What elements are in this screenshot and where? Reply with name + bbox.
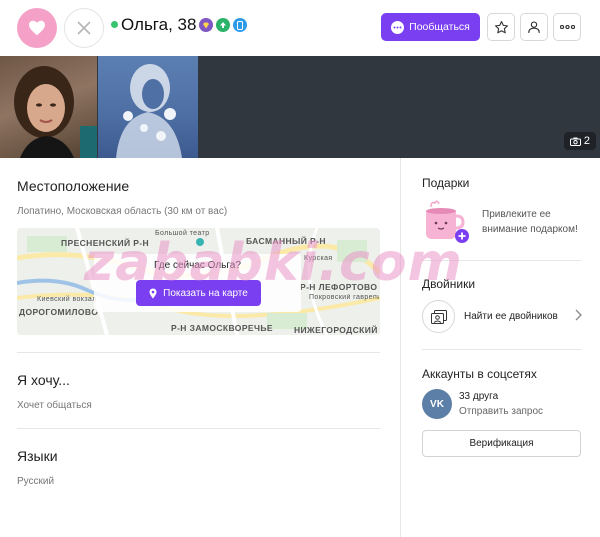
chat-button[interactable]: Пообщаться: [381, 13, 480, 41]
vk-friends-count: 33 друга: [459, 391, 499, 402]
wants-title: Я хочу...: [17, 372, 70, 388]
map-label-pokrovsky: Покровский гаврепильный...: [309, 294, 379, 301]
section-divider: [17, 352, 380, 353]
photo-count-badge[interactable]: 2: [563, 132, 596, 150]
skip-button[interactable]: [64, 8, 104, 48]
more-button[interactable]: [553, 13, 581, 41]
languages-text: Русский: [17, 476, 55, 487]
chat-button-label: Пообщаться: [409, 21, 470, 33]
user-name-age: Ольга, 38: [121, 15, 197, 34]
map-label-kievsky: Киевский вокзал: [37, 296, 97, 303]
photos-icon: [422, 300, 455, 333]
vk-label: VK: [430, 398, 444, 410]
column-separator: [400, 158, 401, 537]
camera-icon: [569, 137, 581, 146]
section-divider: [17, 428, 380, 429]
verification-label: Верификация: [469, 438, 534, 449]
user-icon: [528, 21, 540, 33]
boost-icon[interactable]: [216, 18, 230, 32]
profile-button[interactable]: [520, 13, 548, 41]
social-title: Аккаунты в соцсетях: [422, 367, 537, 381]
languages-title: Языки: [17, 448, 58, 464]
location-text: Лопатино, Московская область (30 км от в…: [17, 206, 228, 217]
section-divider: [422, 349, 581, 350]
chevron-right-icon: [575, 309, 582, 321]
wants-text: Хочет общаться: [17, 400, 92, 411]
chat-bubble-icon: [391, 20, 405, 34]
favorite-button[interactable]: [487, 13, 515, 41]
profile-photo-1[interactable]: [0, 56, 97, 158]
profile-photo-2[interactable]: [98, 56, 198, 158]
heart-icon: [29, 20, 45, 36]
user-badges: [199, 18, 247, 32]
gifts-title: Подарки: [422, 176, 470, 190]
star-icon: [494, 20, 508, 33]
photo-count: 2: [583, 135, 590, 147]
online-status-icon: [111, 21, 118, 28]
map-label-dorogomilovo: ДОРОГОМИЛОВО: [19, 307, 99, 317]
vk-icon[interactable]: VK: [422, 389, 452, 419]
gift-prompt-text: Привлеките ее внимание подарком!: [482, 209, 578, 235]
profile-header: Ольга, 38 Пообщаться: [0, 0, 600, 56]
like-button[interactable]: [17, 8, 57, 48]
send-request-link[interactable]: Отправить запрос: [459, 406, 543, 417]
watermark: zababki.com: [84, 233, 463, 293]
map-label-nizhegorodsky: НИЖЕГОРОДСКИЙ: [294, 325, 378, 335]
phone-verified-icon[interactable]: [233, 18, 247, 32]
more-dots-icon: [559, 25, 575, 29]
map-label-zamoskvorechye: Р-Н ЗАМОСКВОРЕЧЬЕ: [171, 323, 273, 333]
find-twins-label: Найти ее двойников: [464, 311, 558, 322]
find-twins-link[interactable]: Найти ее двойников: [422, 300, 582, 334]
location-title: Местоположение: [17, 178, 130, 194]
close-icon: [77, 21, 91, 35]
photo-strip: 2: [0, 56, 600, 158]
gem-icon[interactable]: [199, 18, 213, 32]
verification-button[interactable]: Верификация: [422, 430, 581, 457]
